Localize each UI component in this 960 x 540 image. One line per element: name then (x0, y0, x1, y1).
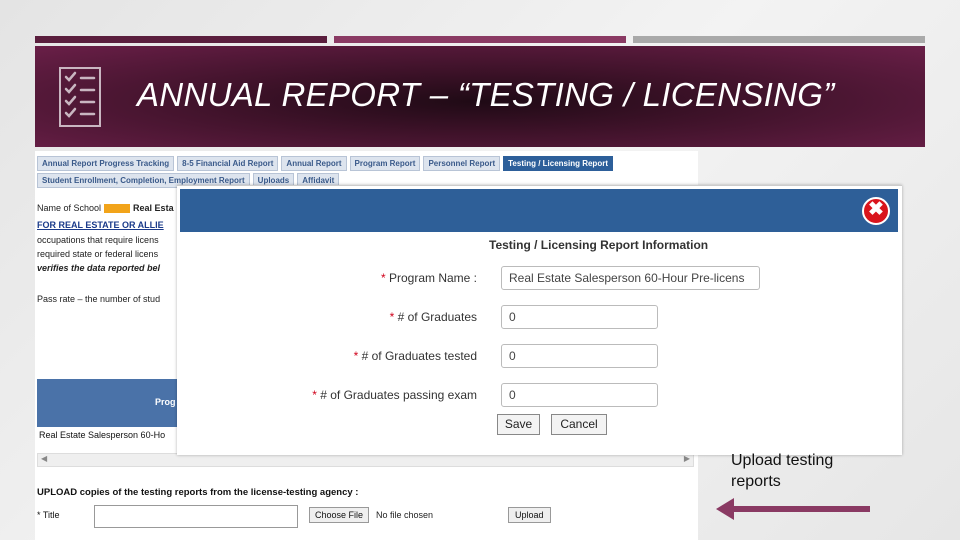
program-name-input[interactable]: Real Estate Salesperson 60-Hour Pre-lice… (501, 266, 760, 290)
title-label: * Title (37, 510, 60, 520)
body-line: verifies the data reported bel (37, 263, 161, 273)
graduates-input[interactable]: 0 (501, 305, 658, 329)
modal-title: Testing / Licensing Report Information (489, 238, 709, 252)
pass-rate-text: Pass rate – the number of stud (37, 294, 161, 304)
title-banner: ANNUAL REPORT – “TESTING / LICENSING” (35, 46, 925, 147)
body-line: occupations that require licens (37, 235, 159, 245)
tab-testing-licensing[interactable]: Testing / Licensing Report (503, 156, 613, 171)
slide-title: ANNUAL REPORT – “TESTING / LICENSING” (137, 76, 835, 113)
callout-line-1: Upload testing (731, 452, 834, 469)
no-file-text: No file chosen (376, 510, 434, 520)
program-name-label: * Program Name : (380, 271, 477, 285)
modal-header: ✖ (180, 189, 898, 232)
top-bar-1 (35, 36, 327, 43)
save-button[interactable]: Save (497, 414, 540, 435)
callout-line-2: reports (731, 473, 781, 490)
tab-annual-report[interactable]: Annual Report (281, 156, 347, 171)
table-row[interactable]: Real Estate Salesperson 60-Ho (39, 430, 165, 440)
table-header-label: Prog (155, 397, 176, 407)
scroll-left-icon[interactable]: ◀ (41, 454, 47, 463)
graduates-passing-input[interactable]: 0 (501, 383, 658, 407)
redaction (104, 204, 131, 214)
upload-button[interactable]: Upload (508, 507, 551, 523)
graduates-tested-input[interactable]: 0 (501, 344, 658, 368)
callout-text: Upload testing reports (731, 450, 833, 492)
school-value: Real Esta (133, 203, 174, 213)
tab-personnel-report[interactable]: Personnel Report (423, 156, 501, 171)
title-input[interactable] (94, 505, 298, 528)
choose-file-button[interactable]: Choose File (309, 507, 370, 523)
tab-program-report[interactable]: Program Report (349, 156, 421, 171)
tab-financial-aid[interactable]: 8-5 Financial Aid Report (177, 156, 279, 171)
top-bar-3 (633, 36, 925, 43)
checklist-icon (59, 67, 101, 127)
section-heading: FOR REAL ESTATE OR ALLIE (37, 220, 164, 230)
graduates-tested-label: * # of Graduates tested (353, 349, 477, 363)
left-arrow-icon (716, 498, 870, 520)
report-info-modal: ✖ Testing / Licensing Report Information… (177, 185, 902, 455)
top-bar-2 (334, 36, 626, 43)
school-name-line: Name of School Real Esta (37, 203, 174, 214)
horizontal-scrollbar[interactable]: ◀ ▶ (37, 453, 694, 467)
scroll-right-icon[interactable]: ▶ (684, 454, 690, 463)
graduates-passing-label: * # of Graduates passing exam (312, 388, 477, 402)
tab-progress-tracking[interactable]: Annual Report Progress Tracking (37, 156, 175, 171)
close-icon[interactable]: ✖ (862, 197, 890, 225)
body-line: required state or federal licens (37, 249, 159, 259)
school-label: Name of School (37, 203, 102, 213)
cancel-button[interactable]: Cancel (551, 414, 607, 435)
upload-heading: UPLOAD copies of the testing reports fro… (37, 487, 359, 498)
graduates-label: * # of Graduates (389, 310, 477, 324)
